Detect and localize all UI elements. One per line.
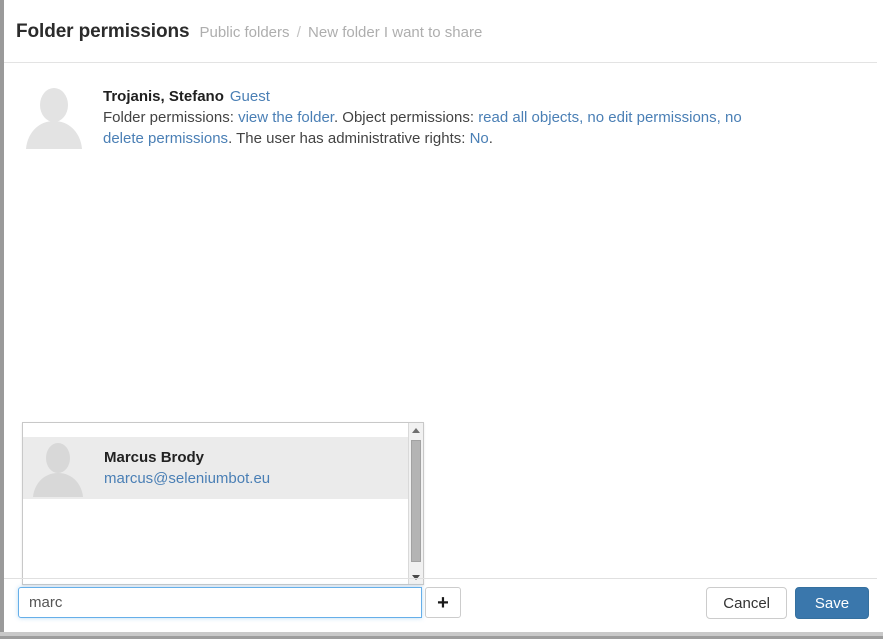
admin-rights-value[interactable]: No (470, 130, 489, 147)
suggestion-email: marcus@seleniumbot.eu (104, 470, 271, 487)
breadcrumb-parent[interactable]: Public folders (199, 24, 289, 41)
suggestion-scrollbar[interactable] (408, 423, 423, 584)
breadcrumb: Public folders / New folder I want to sh… (199, 24, 482, 41)
folder-permissions-label: Folder permissions: (103, 109, 234, 126)
scroll-up-button[interactable] (409, 423, 423, 437)
breadcrumb-separator: / (296, 24, 301, 41)
user-name: Trojanis, Stefano (103, 88, 224, 105)
dialog-header: Folder permissions Public folders / New … (4, 0, 883, 63)
admin-rights-period: . (488, 130, 493, 147)
suggestion-meta: Marcus Brody marcus@seleniumbot.eu (104, 447, 270, 489)
permission-entry: Trojanis, Stefano Guest Folder permission… (4, 63, 883, 149)
page-title: Folder permissions (16, 21, 190, 42)
dialog-surface: Folder permissions Public folders / New … (4, 0, 883, 632)
user-name-line: Trojanis, Stefano Guest (103, 87, 753, 107)
permission-summary: Folder permissions: view the folder. Obj… (103, 107, 753, 149)
list-item[interactable]: Marcus Brody marcus@seleniumbot.eu (23, 437, 409, 499)
user-placeholder-icon (31, 439, 85, 497)
save-button[interactable]: Save (795, 587, 869, 619)
suggestion-list: Marcus Brody marcus@seleniumbot.eu (23, 423, 409, 584)
search-input[interactable] (18, 587, 422, 618)
folder-permissions-dialog: Folder permissions Public folders / New … (0, 0, 883, 639)
folder-permissions-period: . (333, 109, 339, 126)
triangle-up-icon (412, 427, 420, 433)
add-user-button[interactable]: + (425, 587, 461, 618)
add-user-input-group: + (18, 587, 461, 618)
admin-rights-label: The user has administrative rights: (236, 130, 466, 147)
cancel-button[interactable]: Cancel (706, 587, 787, 619)
folder-permission-link[interactable]: view the folder (238, 109, 334, 126)
object-permissions-label: Object permissions: (342, 109, 475, 126)
window-bottom-edge (0, 632, 883, 639)
user-placeholder-icon (24, 83, 84, 149)
permission-entry-text: Trojanis, Stefano Guest Folder permission… (103, 81, 753, 149)
scrollbar-thumb[interactable] (411, 440, 421, 562)
suggestion-name: Marcus Brody (104, 449, 205, 466)
object-permissions-period: . (228, 130, 233, 147)
user-role-link[interactable]: Guest (230, 88, 270, 105)
footer-actions: Cancel Save (706, 587, 869, 619)
user-suggestion-dropdown: Marcus Brody marcus@seleniumbot.eu (22, 422, 424, 585)
dialog-footer: + Cancel Save (4, 579, 883, 632)
breadcrumb-current: New folder I want to share (308, 24, 483, 41)
